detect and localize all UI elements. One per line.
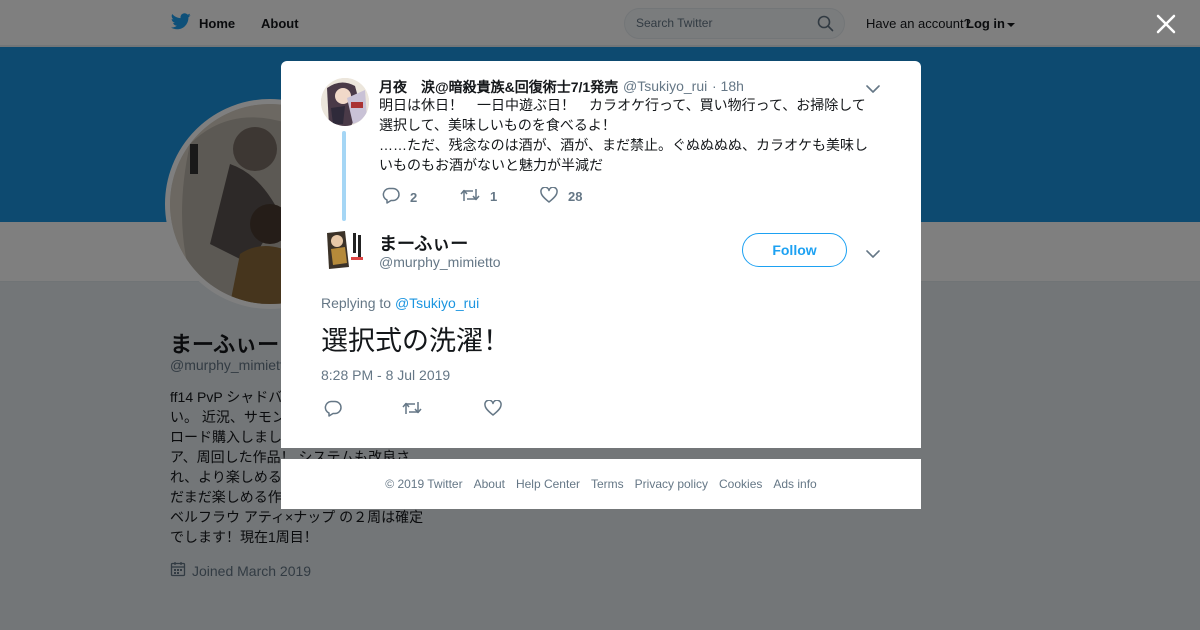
retweet-button[interactable]: 1: [460, 187, 497, 206]
modal-footer: © 2019 Twitter About Help Center Terms P…: [281, 459, 921, 509]
retweet-icon: [460, 187, 480, 206]
tweet-text-line: 明日は休日！ 一日中遊ぶ日！ カラオケ行って、買い物行って、お掃除して: [379, 97, 866, 113]
footer-link-terms[interactable]: Terms: [591, 477, 624, 491]
main-tweet-author-handle[interactable]: @murphy_mimietto: [379, 254, 501, 270]
chevron-down-icon[interactable]: [866, 81, 880, 93]
footer-link-ads-info[interactable]: Ads info: [773, 477, 816, 491]
replying-to-link[interactable]: @Tsukiyo_rui: [395, 295, 479, 311]
main-tweet-timestamp[interactable]: 8:28 PM - 8 Jul 2019: [321, 367, 450, 383]
main-tweet-avatar[interactable]: [323, 227, 367, 271]
footer-link-about[interactable]: About: [474, 477, 505, 491]
footer-link-help-center[interactable]: Help Center: [516, 477, 580, 491]
thread-connector-line: [342, 131, 346, 221]
footer-link-cookies[interactable]: Cookies: [719, 477, 762, 491]
like-button[interactable]: 28: [540, 186, 583, 206]
footer-copyright: © 2019 Twitter: [385, 477, 463, 491]
like-count: 28: [568, 189, 583, 204]
parent-tweet-author-handle[interactable]: @Tsukiyo_rui: [623, 78, 707, 94]
main-tweet-author-name[interactable]: まーふぃー: [379, 230, 468, 256]
reply-count: 2: [410, 189, 418, 205]
parent-tweet-author-name[interactable]: 月夜 涙@暗殺貴族&回復術士7/1発売: [379, 77, 618, 97]
heart-icon: [540, 186, 558, 206]
follow-button[interactable]: Follow: [742, 233, 847, 267]
tweet-text-line: ……ただ、残念なのは酒が、酒が、まだ禁止。ぐぬぬぬぬ、カラオケも美味し: [379, 137, 869, 153]
main-tweet-text: 選択式の洗濯！: [321, 326, 510, 356]
reply-icon: [382, 187, 400, 207]
footer-link-privacy[interactable]: Privacy policy: [635, 477, 708, 491]
retweet-count: 1: [490, 189, 498, 204]
retweet-button[interactable]: [402, 400, 422, 419]
replying-prefix: Replying to: [321, 295, 392, 311]
reply-button[interactable]: [324, 400, 342, 420]
tweet-text-line: いものもお酒がないと魅力が半減だ: [379, 157, 603, 173]
parent-tweet-time[interactable]: · 18h: [712, 78, 744, 94]
reply-button[interactable]: 2: [382, 187, 417, 207]
reply-icon: [324, 400, 342, 420]
tweet-text-line: 選択して、美味しいものを食べるよ！: [379, 117, 616, 133]
retweet-icon: [402, 400, 422, 419]
tweet-permalink-modal: 月夜 涙@暗殺貴族&回復術士7/1発売 @Tsukiyo_rui · 18h 明…: [281, 61, 921, 448]
chevron-down-icon[interactable]: [866, 246, 880, 258]
heart-icon: [484, 399, 502, 419]
parent-tweet-avatar[interactable]: [321, 78, 369, 126]
parent-tweet-text: 明日は休日！ 一日中遊ぶ日！ カラオケ行って、買い物行って、お掃除して 選択して…: [379, 95, 879, 175]
replying-to: Replying to @Tsukiyo_rui: [321, 295, 479, 311]
like-button[interactable]: [484, 399, 502, 419]
close-icon[interactable]: [1153, 11, 1179, 37]
